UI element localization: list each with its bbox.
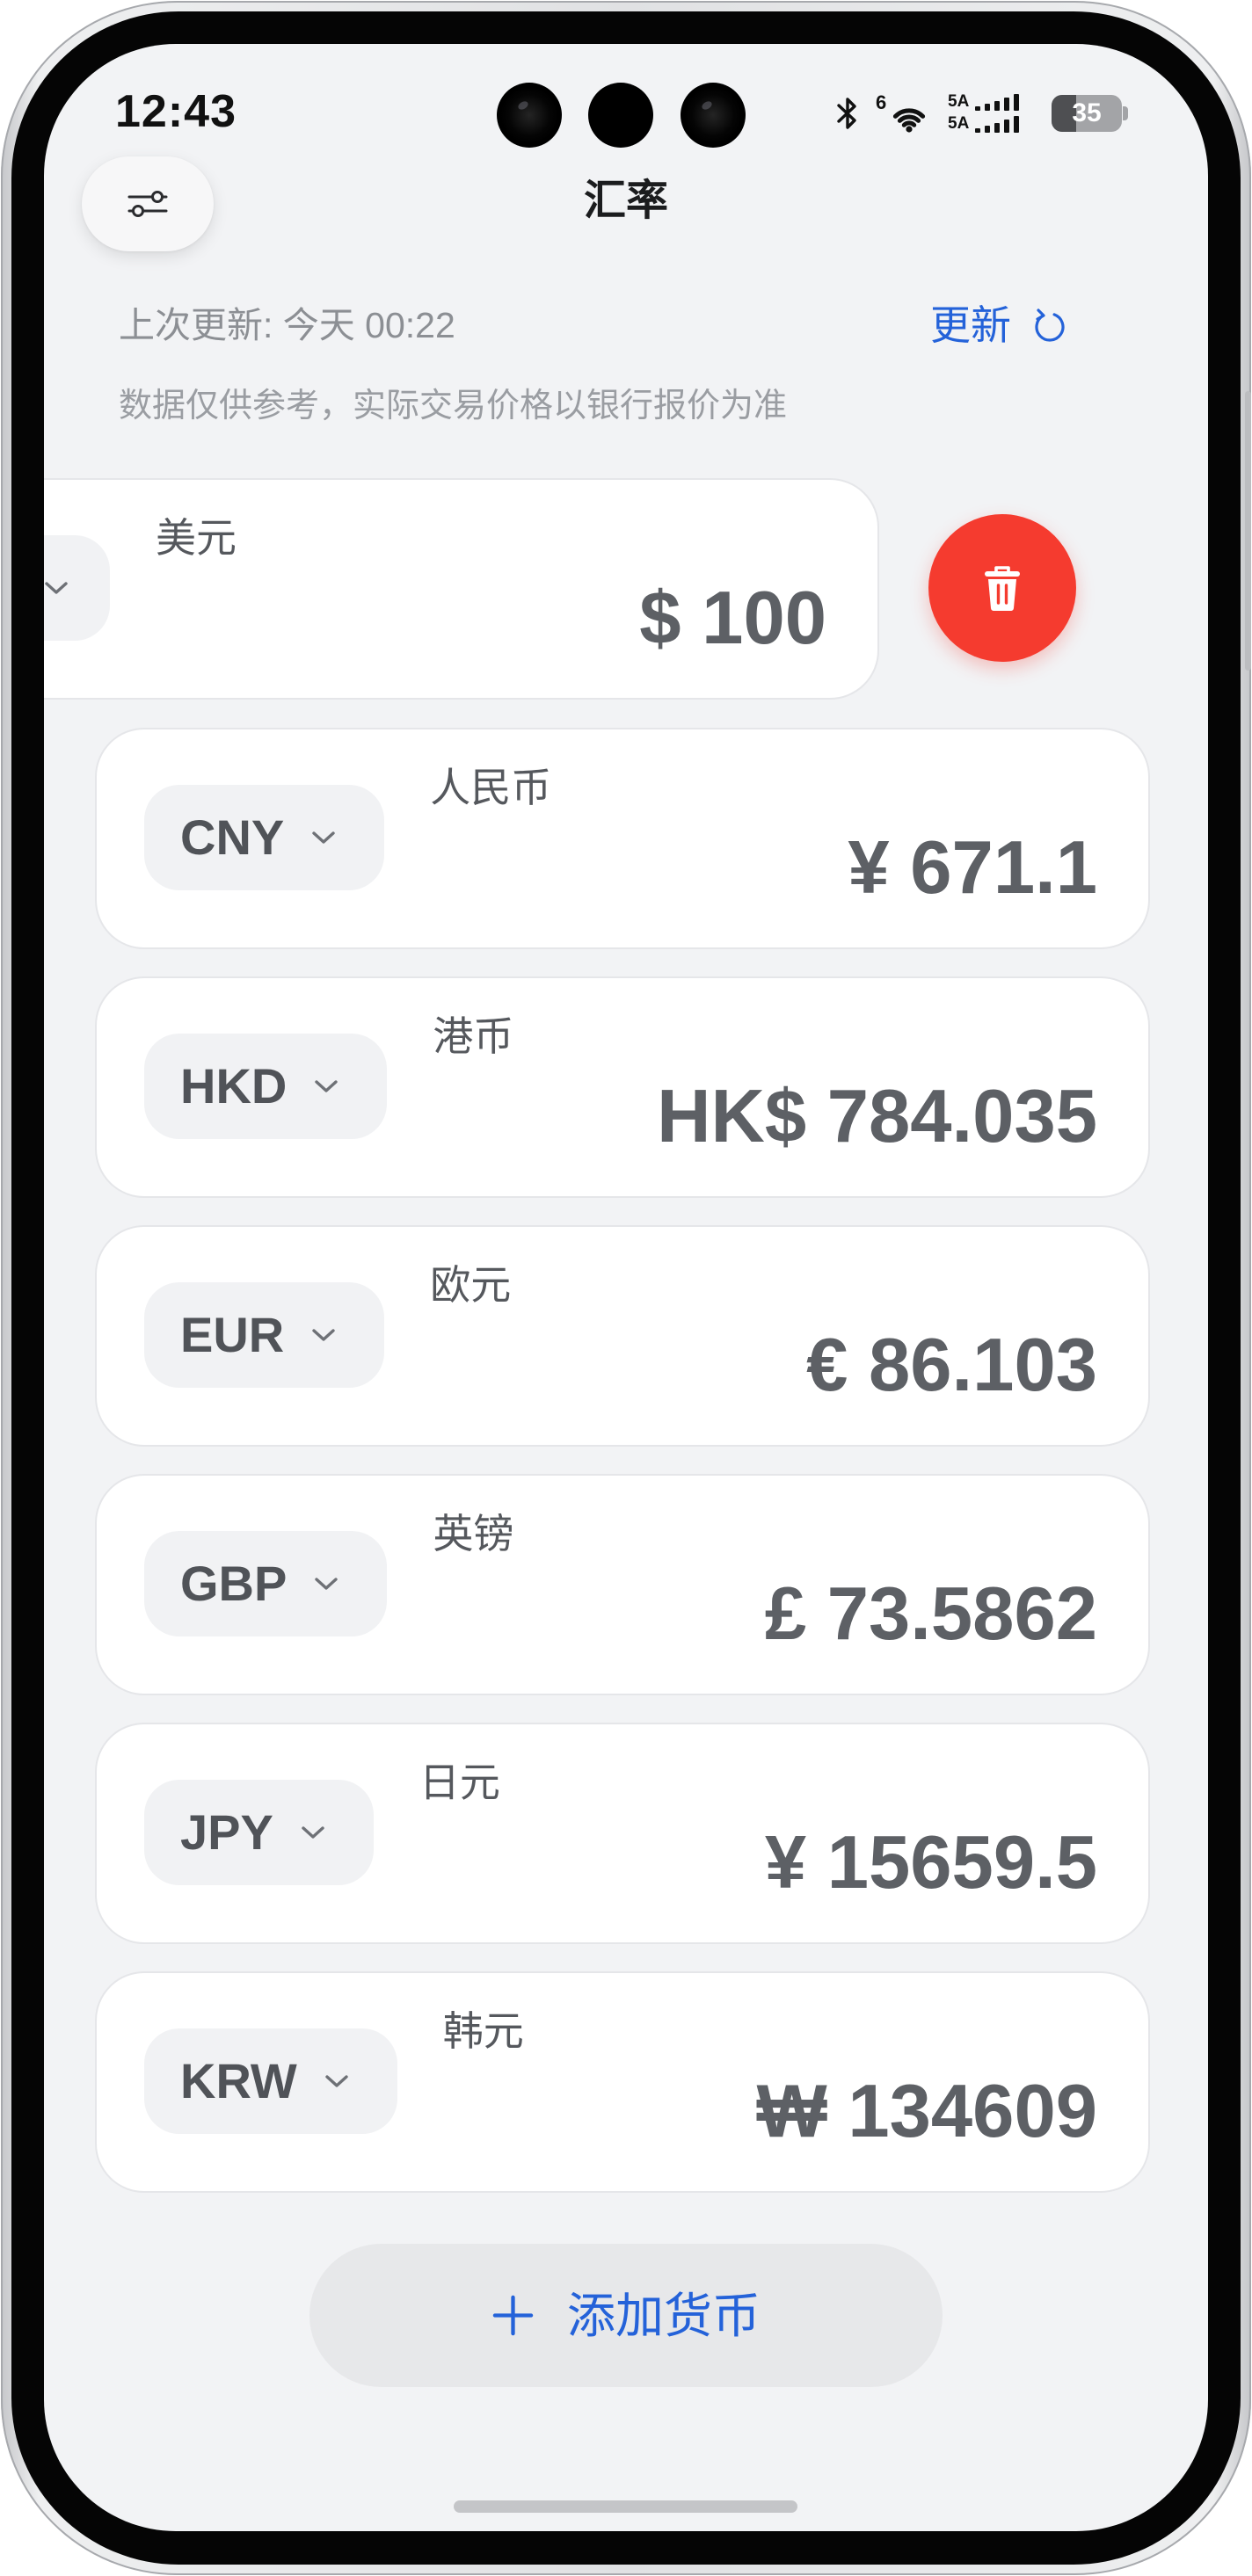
camera-cutout bbox=[681, 83, 746, 148]
chevron-down-icon bbox=[312, 1329, 335, 1341]
disclaimer-text: 数据仅供参考，实际交易价格以银行报价为准 bbox=[119, 388, 788, 424]
currency-code: GBP bbox=[180, 1556, 288, 1611]
add-currency-label: 添加货币 bbox=[566, 2288, 761, 2343]
currency-name: 人民币 bbox=[430, 765, 552, 810]
currency-name: 日元 bbox=[419, 1760, 500, 1805]
chevron-down-icon bbox=[302, 1826, 324, 1839]
side-button bbox=[1245, 391, 1251, 671]
currency-name: 欧元 bbox=[430, 1262, 512, 1308]
page-title: 汇率 bbox=[583, 178, 668, 224]
currency-name: 美元 bbox=[156, 515, 237, 561]
chevron-down-icon bbox=[315, 1080, 338, 1092]
plus-icon bbox=[492, 2295, 534, 2336]
wifi-badge: 6 bbox=[876, 91, 887, 113]
currency-name: 港币 bbox=[433, 1013, 514, 1059]
bluetooth-icon bbox=[837, 98, 856, 129]
trash-icon bbox=[985, 566, 1020, 611]
chevron-down-icon bbox=[312, 831, 335, 844]
currency-code: JPY bbox=[180, 1804, 273, 1860]
chevron-down-icon bbox=[315, 1578, 338, 1590]
chevron-down-icon bbox=[45, 582, 68, 594]
camera-cutout bbox=[497, 83, 562, 148]
currency-name: 英镑 bbox=[433, 1511, 514, 1556]
base-currency-card[interactable]: 美元 $ 100 bbox=[44, 478, 879, 700]
currency-amount-input[interactable]: $ 100 bbox=[639, 575, 826, 663]
currency-card[interactable]: GBP 英镑 £ 73.5862 bbox=[95, 1474, 1150, 1695]
sim1-label: 5A bbox=[948, 92, 970, 111]
battery-level: 35 bbox=[1072, 98, 1102, 127]
home-indicator[interactable] bbox=[454, 2500, 797, 2513]
currency-amount[interactable]: ¥ 671.1 bbox=[848, 824, 1097, 912]
currency-code: HKD bbox=[180, 1058, 288, 1114]
currency-code: CNY bbox=[180, 809, 285, 865]
currency-card[interactable]: CNY 人民币 ¥ 671.1 bbox=[95, 728, 1150, 949]
currency-code: EUR bbox=[180, 1307, 285, 1362]
camera-cutout bbox=[588, 83, 653, 148]
sim-signal-row: 5A bbox=[948, 92, 1036, 111]
refresh-button[interactable]: 更新 bbox=[930, 299, 1069, 352]
refresh-icon bbox=[1035, 308, 1065, 342]
chevron-down-icon bbox=[325, 2075, 348, 2087]
currency-card[interactable]: EUR 欧元 € 86.103 bbox=[95, 1225, 1150, 1447]
sim2-label: 5A bbox=[948, 114, 970, 133]
currency-amount[interactable]: HK$ 784.035 bbox=[657, 1073, 1097, 1161]
currency-amount[interactable]: ¥ 15659.5 bbox=[765, 1819, 1097, 1907]
status-time: 12:43 bbox=[115, 86, 237, 137]
currency-selector[interactable]: HKD bbox=[144, 1034, 388, 1139]
currency-name: 韩元 bbox=[442, 2008, 524, 2054]
currency-card[interactable]: KRW 韩元 ₩ 134609 bbox=[95, 1971, 1150, 2193]
currency-amount[interactable]: £ 73.5862 bbox=[765, 1571, 1097, 1658]
battery-icon: 35 bbox=[1052, 95, 1129, 132]
currency-selector[interactable]: CNY bbox=[144, 785, 385, 890]
app-screen: 12:43 6 5A 5A 35 汇率 上次更新: 今天 00:22 更新 数据… bbox=[44, 44, 1208, 2531]
add-currency-button[interactable]: 添加货币 bbox=[309, 2244, 943, 2387]
delete-button[interactable] bbox=[928, 514, 1076, 662]
currency-selector[interactable]: JPY bbox=[144, 1780, 374, 1885]
wifi-icon bbox=[892, 108, 926, 133]
last-update-text: 上次更新: 今天 00:22 bbox=[119, 305, 455, 345]
currency-selector[interactable]: KRW bbox=[144, 2028, 397, 2134]
signal-icon: 5A 5A bbox=[948, 92, 1036, 133]
currency-code: KRW bbox=[180, 2053, 297, 2108]
currency-amount[interactable]: € 86.103 bbox=[806, 1322, 1097, 1410]
currency-card[interactable]: HKD 港币 HK$ 784.035 bbox=[95, 976, 1150, 1198]
sim-signal-row: 5A bbox=[948, 114, 1036, 133]
currency-card[interactable]: JPY 日元 ¥ 15659.5 bbox=[95, 1723, 1150, 1944]
refresh-label: 更新 bbox=[930, 302, 1011, 348]
currency-selector[interactable] bbox=[44, 535, 110, 641]
wifi-indicator: 6 bbox=[876, 91, 932, 134]
currency-selector[interactable]: EUR bbox=[144, 1282, 385, 1388]
currency-selector[interactable]: GBP bbox=[144, 1531, 388, 1636]
currency-amount[interactable]: ₩ 134609 bbox=[757, 2068, 1097, 2156]
